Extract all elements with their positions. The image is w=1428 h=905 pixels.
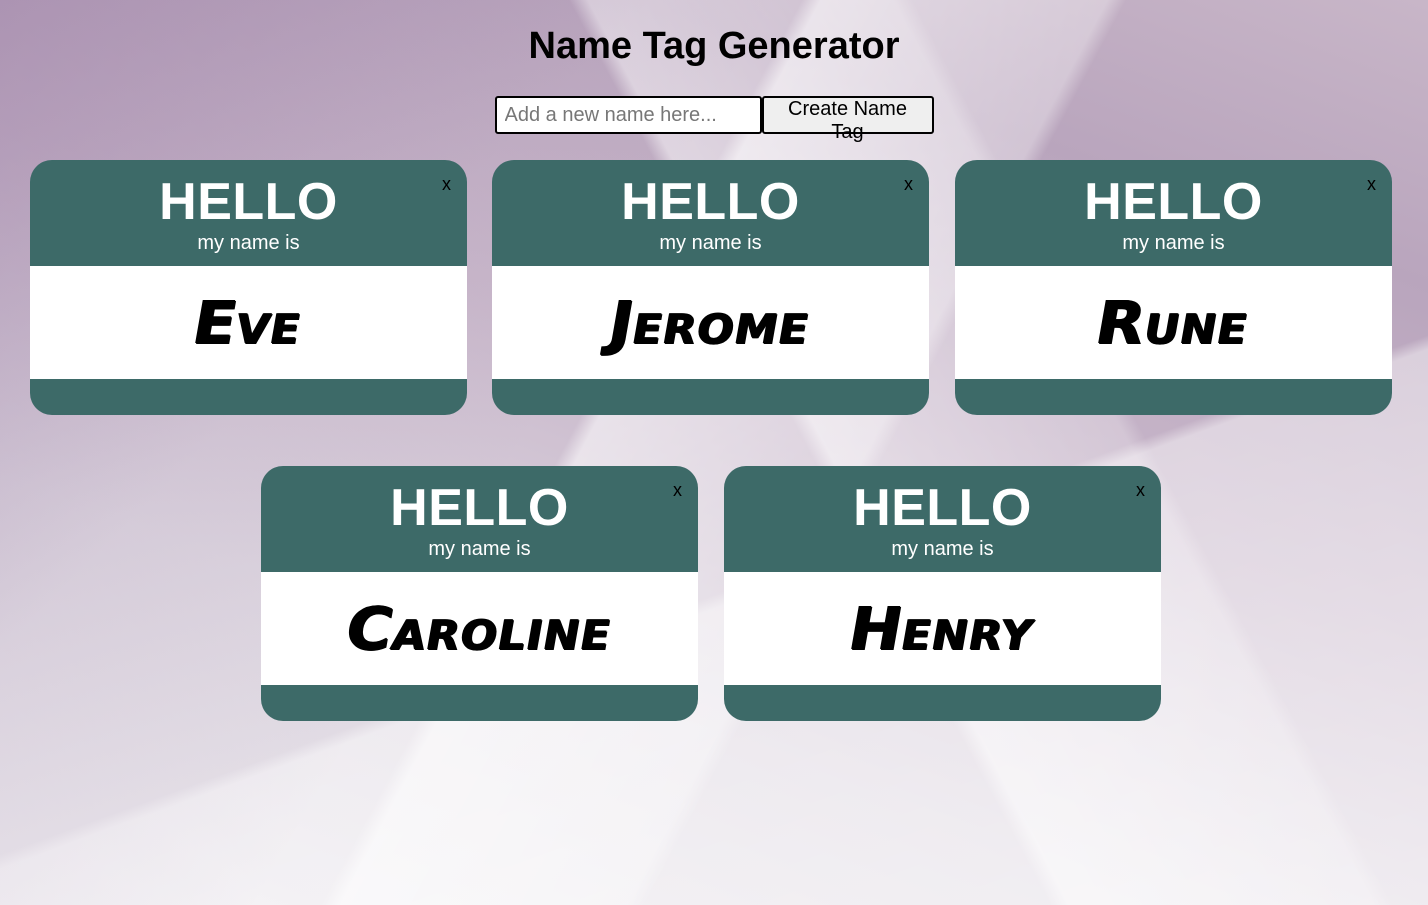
close-icon[interactable]: x <box>1136 481 1145 499</box>
tag-name: Rune <box>1091 287 1256 357</box>
hello-label: HELLO <box>1084 173 1263 231</box>
hello-label: HELLO <box>390 479 569 537</box>
my-name-is-label: my name is <box>197 232 300 254</box>
my-name-is-label: my name is <box>428 538 531 560</box>
close-icon[interactable]: x <box>673 481 682 499</box>
name-tag-header: HELLO my name is x <box>955 160 1392 266</box>
name-tag-header: HELLO my name is x <box>724 466 1161 572</box>
name-tag-body: Henry <box>724 572 1161 685</box>
my-name-is-label: my name is <box>1122 232 1225 254</box>
name-tag: HELLO my name is x Henry <box>724 466 1161 721</box>
close-icon[interactable]: x <box>1367 175 1376 193</box>
name-tag: HELLO my name is x Eve <box>30 160 467 415</box>
name-tag: HELLO my name is x Jerome <box>492 160 929 415</box>
close-icon[interactable]: x <box>442 175 451 193</box>
name-tag-body: Caroline <box>261 572 698 685</box>
name-tag-header: HELLO my name is x <box>30 160 467 266</box>
hello-label: HELLO <box>853 479 1032 537</box>
my-name-is-label: my name is <box>891 538 994 560</box>
tag-name: Jerome <box>604 287 817 357</box>
tag-name: Henry <box>844 593 1041 663</box>
tag-name: Eve <box>188 287 309 357</box>
name-tag-body: Jerome <box>492 266 929 379</box>
name-tag-list: HELLO my name is x Eve HELLO my name is … <box>0 0 1428 905</box>
tag-name: Caroline <box>340 593 619 663</box>
name-tag: HELLO my name is x Caroline <box>261 466 698 721</box>
name-tag-header: HELLO my name is x <box>261 466 698 572</box>
name-tag-body: Rune <box>955 266 1392 379</box>
name-tag: HELLO my name is x Rune <box>955 160 1392 415</box>
name-tag-body: Eve <box>30 266 467 379</box>
hello-label: HELLO <box>621 173 800 231</box>
hello-label: HELLO <box>159 173 338 231</box>
name-tag-header: HELLO my name is x <box>492 160 929 266</box>
close-icon[interactable]: x <box>904 175 913 193</box>
my-name-is-label: my name is <box>659 232 762 254</box>
